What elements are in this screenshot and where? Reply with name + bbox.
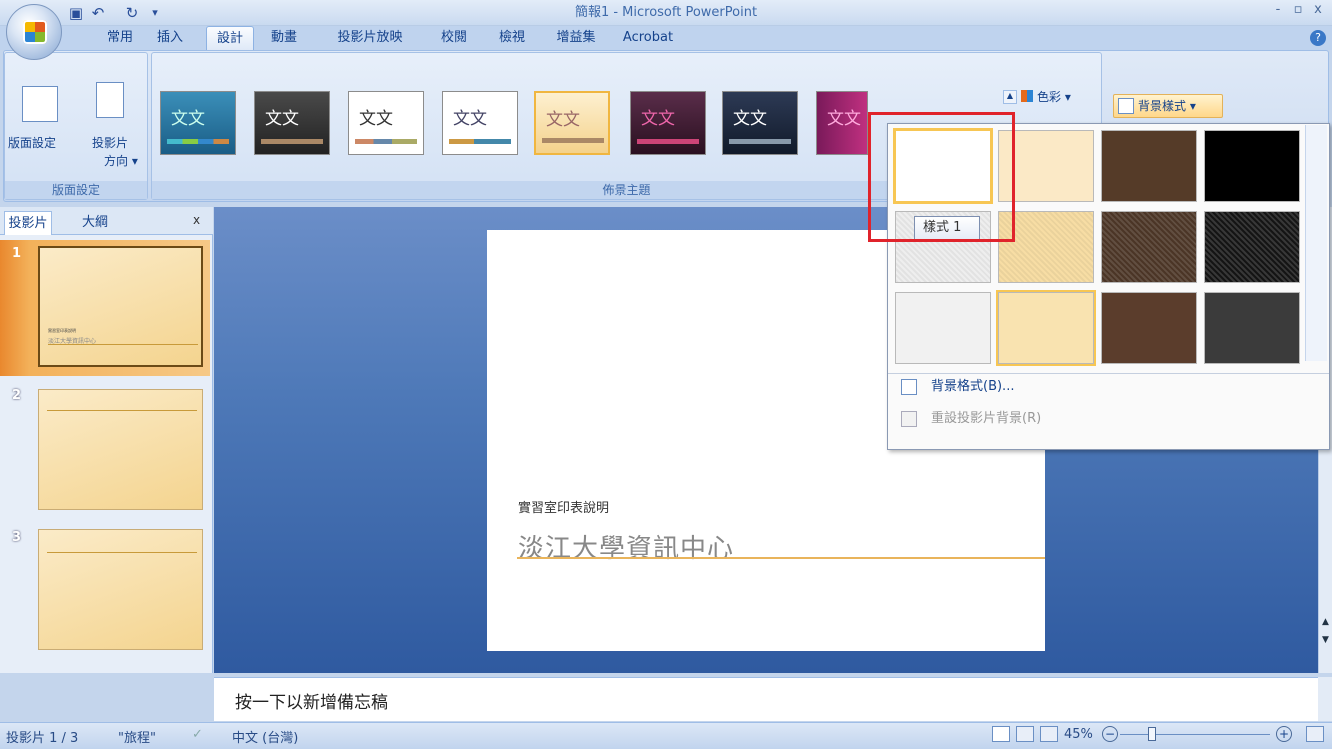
- bg-style-9[interactable]: [895, 292, 991, 364]
- paint-bucket-icon: [1118, 98, 1134, 114]
- slide-title-rule: [517, 557, 1045, 559]
- theme-thumb-4[interactable]: 文文: [442, 91, 518, 155]
- slide-title[interactable]: 淡江大學資訊中心: [518, 528, 734, 565]
- bg-style-3[interactable]: [1101, 130, 1197, 202]
- status-language: 中文 (台灣): [232, 731, 299, 746]
- theme-thumb-3[interactable]: 文文: [348, 91, 424, 155]
- tab-home[interactable]: 常用: [98, 26, 142, 50]
- reset-icon: [901, 411, 917, 427]
- minimize-button[interactable]: -: [1270, 2, 1286, 17]
- bg-style-11[interactable]: [1101, 292, 1197, 364]
- theme-scroll-up-icon[interactable]: ▲: [1003, 90, 1017, 104]
- slide-number-1: 1: [12, 246, 22, 261]
- menu-reset-background-label: 重設投影片背景(R): [931, 411, 1042, 426]
- notes-scrollbar[interactable]: [1318, 677, 1332, 721]
- office-button[interactable]: [6, 4, 62, 60]
- notes-placeholder[interactable]: 按一下以新增備忘稿: [235, 688, 388, 713]
- undo-icon[interactable]: ↶: [88, 3, 108, 23]
- slide-orientation-button-line2[interactable]: 方向 ▾: [104, 152, 138, 169]
- office-logo-icon: [23, 20, 47, 44]
- redo-icon[interactable]: ↻: [122, 3, 142, 23]
- colors-button[interactable]: 色彩 ▾: [1037, 88, 1071, 105]
- fit-to-window-icon[interactable]: [1306, 726, 1324, 742]
- next-slide-icon[interactable]: ▼: [1319, 635, 1332, 651]
- slide-thumbnail-1[interactable]: 實習室印表說明 淡江大學資訊中心: [38, 246, 203, 367]
- tab-animations[interactable]: 動畫: [262, 26, 306, 50]
- slide-subtitle[interactable]: 實習室印表說明: [518, 497, 609, 516]
- paint-bucket-icon: [901, 379, 917, 395]
- slide-thumbnail-3[interactable]: [38, 529, 203, 650]
- tab-slideshow[interactable]: 投影片放映: [320, 26, 420, 50]
- theme-thumb-6[interactable]: 文文: [630, 91, 706, 155]
- background-styles-button[interactable]: 背景樣式 ▾: [1113, 94, 1223, 118]
- close-button[interactable]: x: [1310, 2, 1326, 17]
- bg-style-12[interactable]: [1204, 292, 1300, 364]
- page-setup-button[interactable]: 版面設定: [8, 134, 56, 151]
- slideshow-view-icon[interactable]: [1040, 726, 1058, 742]
- theme-thumb-5-selected[interactable]: 文文: [534, 91, 610, 155]
- tab-addins[interactable]: 增益集: [546, 26, 606, 50]
- theme-thumb-1[interactable]: 文文: [160, 91, 236, 155]
- tab-insert[interactable]: 插入: [148, 26, 192, 50]
- tab-view[interactable]: 檢視: [490, 26, 534, 50]
- status-slide-position: 投影片 1 / 3: [6, 731, 79, 746]
- thumb-subtitle: 實習室印表說明: [48, 328, 76, 333]
- highlight-annotation: [868, 112, 1015, 242]
- colors-icon: [1021, 90, 1033, 102]
- qat-customize-icon[interactable]: ▾: [145, 3, 165, 23]
- theme-thumb-8[interactable]: 文文: [816, 91, 868, 155]
- status-theme-name: "旅程": [118, 731, 156, 746]
- thumb-rule: [48, 344, 198, 345]
- slide-orientation-button[interactable]: 投影片: [92, 134, 128, 151]
- zoom-slider-thumb[interactable]: [1148, 727, 1156, 741]
- restore-button[interactable]: ▫: [1290, 2, 1306, 17]
- slide-orientation-icon[interactable]: [96, 82, 124, 118]
- window-title: 簡報1 - Microsoft PowerPoint: [574, 5, 758, 20]
- zoom-in-button[interactable]: +: [1276, 726, 1292, 742]
- help-icon[interactable]: ?: [1310, 30, 1326, 46]
- slide-thumbnail-2[interactable]: [38, 389, 203, 510]
- page-setup-icon[interactable]: [22, 86, 58, 122]
- save-icon[interactable]: ▣: [66, 3, 86, 23]
- thumb-rule: [47, 552, 197, 553]
- group-label-page-setup: 版面設定: [5, 181, 147, 199]
- prev-slide-icon[interactable]: ▲: [1319, 617, 1332, 633]
- background-styles-label: 背景樣式 ▾: [1138, 99, 1196, 113]
- menu-format-background-label: 背景格式(B)...: [931, 379, 1015, 394]
- normal-view-icon[interactable]: [992, 726, 1010, 742]
- menu-format-background[interactable]: 背景格式(B)...: [889, 374, 1319, 400]
- zoom-out-button[interactable]: −: [1102, 726, 1118, 742]
- slide-number-3: 3: [12, 530, 22, 545]
- tab-acrobat[interactable]: Acrobat: [615, 26, 681, 50]
- tab-slides[interactable]: 投影片: [4, 211, 52, 235]
- slide-number-2: 2: [12, 388, 22, 403]
- tab-review[interactable]: 校閱: [432, 26, 476, 50]
- bg-style-10[interactable]: [996, 290, 1096, 366]
- zoom-slider-track[interactable]: [1120, 734, 1270, 735]
- menu-reset-background: 重設投影片背景(R): [889, 406, 1319, 432]
- bg-style-4[interactable]: [1204, 130, 1300, 202]
- page-setup-group: 版面設定: [4, 52, 148, 200]
- gallery-scrollbar[interactable]: [1305, 125, 1327, 361]
- bg-style-7[interactable]: [1101, 211, 1197, 283]
- theme-thumb-7[interactable]: 文文: [722, 91, 798, 155]
- theme-thumb-2[interactable]: 文文: [254, 91, 330, 155]
- spellcheck-icon[interactable]: ✓: [192, 727, 203, 742]
- zoom-level[interactable]: 45%: [1064, 727, 1093, 742]
- tab-design[interactable]: 設計: [206, 26, 254, 50]
- thumb-rule: [47, 410, 197, 411]
- bg-style-8[interactable]: [1204, 211, 1300, 283]
- slide-sorter-view-icon[interactable]: [1016, 726, 1034, 742]
- close-pane-icon[interactable]: x: [193, 213, 200, 227]
- tab-outline[interactable]: 大綱: [82, 211, 130, 235]
